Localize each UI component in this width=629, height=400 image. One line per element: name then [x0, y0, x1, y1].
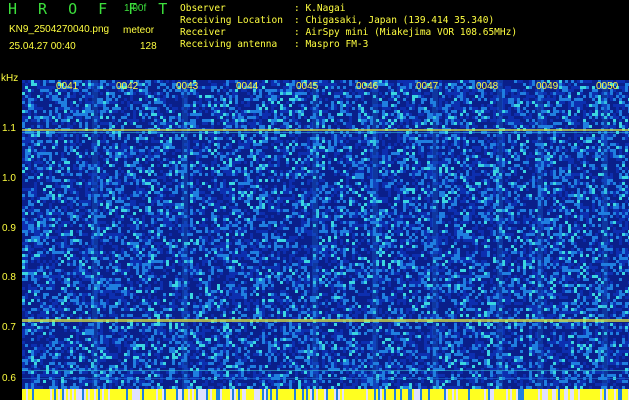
x-tick-label: 0048	[476, 81, 499, 92]
app-version: 1.00f	[124, 3, 147, 14]
info-key: Observer	[180, 3, 226, 14]
detection-mode: meteor	[123, 25, 155, 36]
info-value: : Maspro FM-3	[294, 39, 369, 50]
x-tick-label: 0043	[176, 81, 199, 92]
y-tick-label: 0.7	[2, 322, 16, 333]
spectrogram-canvas	[22, 80, 629, 389]
x-tick-label: 0042	[116, 81, 139, 92]
info-key: Receiving Location	[180, 15, 283, 26]
info-row-receiver: Receiver : AirSpy mini (Miakejima VOR 10…	[180, 27, 517, 39]
info-value: : Chigasaki, Japan (139.414 35.340)	[294, 15, 495, 26]
info-value: : AirSpy mini (Miakejima VOR 108.65MHz)	[294, 27, 518, 38]
y-tick-label: 0.6	[2, 373, 16, 384]
x-tick-label: 0050	[596, 81, 619, 92]
y-tick-label: 0.8	[2, 272, 16, 283]
station-info: Observer : K.Nagai Receiving Location : …	[180, 3, 517, 51]
x-tick-label: 0045	[296, 81, 319, 92]
count-value: 128	[140, 41, 157, 52]
app-brand: H R O F F T	[8, 0, 174, 18]
spectrogram-plot	[22, 80, 629, 389]
x-tick-label: 0047	[416, 81, 439, 92]
y-tick-label: 1.1	[2, 123, 16, 134]
info-row-observer: Observer : K.Nagai	[180, 3, 517, 15]
x-tick-label: 0049	[536, 81, 559, 92]
y-tick-label: 1.0	[2, 173, 16, 184]
info-key: Receiving antenna	[180, 39, 278, 50]
x-tick-label: 0044	[236, 81, 259, 92]
capture-timestamp: 25.04.27 00:40	[9, 41, 76, 52]
y-tick-label: 0.9	[2, 223, 16, 234]
info-row-antenna: Receiving antenna : Maspro FM-3	[180, 39, 517, 51]
signal-strength-strip	[22, 389, 629, 400]
spectrogram-window: H R O F F T 1.00f KN9_2504270040.png met…	[0, 0, 629, 400]
y-axis-unit: kHz	[1, 73, 19, 84]
info-row-location: Receiving Location : Chigasaki, Japan (1…	[180, 15, 517, 27]
x-tick-label: 0046	[356, 81, 379, 92]
info-value: : K.Nagai	[294, 3, 346, 14]
file-name: KN9_2504270040.png	[9, 24, 110, 35]
x-tick-label: 0041	[56, 81, 79, 92]
info-key: Receiver	[180, 27, 226, 38]
